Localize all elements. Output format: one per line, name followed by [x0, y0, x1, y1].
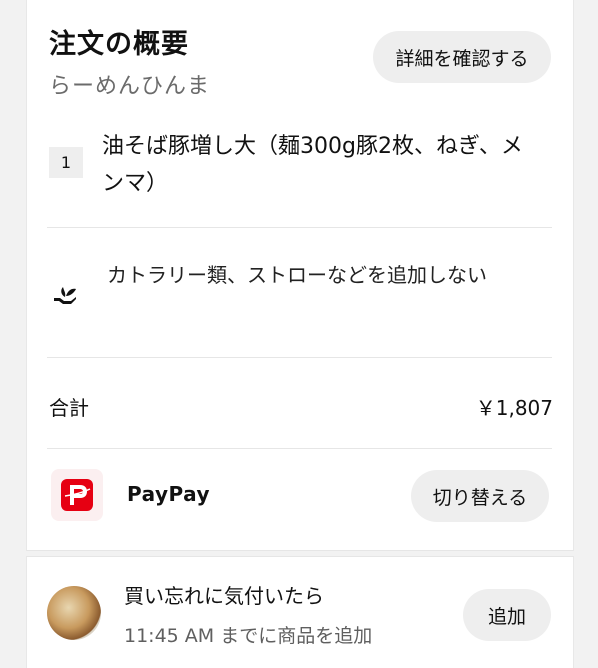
item-quantity-badge: 1: [49, 147, 83, 178]
restaurant-name: らーめんひんま: [49, 74, 211, 99]
divider: [47, 227, 552, 228]
cutlery-option-text[interactable]: カトラリー類、ストローなどを追加しない: [107, 255, 537, 296]
paypay-p-icon: [61, 479, 93, 511]
add-items-card: 買い忘れに気付いたら 11:45 AM までに商品を追加 追加: [26, 556, 574, 668]
view-details-button[interactable]: 詳細を確認する: [373, 31, 551, 83]
divider: [47, 448, 552, 449]
total-value: ￥1,807: [475, 396, 553, 420]
payment-method-name: PayPay: [127, 482, 211, 506]
item-name[interactable]: 油そば豚増し大（麺300g豚2枚、ねぎ、メンマ）: [102, 128, 532, 202]
food-thumbnail: [47, 586, 101, 640]
add-items-button[interactable]: 追加: [463, 589, 551, 641]
order-summary-title: 注文の概要: [49, 29, 189, 60]
switch-payment-button[interactable]: 切り替える: [411, 470, 549, 522]
paypay-logo-icon: [51, 469, 103, 521]
total-label: 合計: [49, 396, 89, 420]
add-items-title: 買い忘れに気付いたら: [124, 584, 324, 608]
divider: [47, 357, 552, 358]
cutlery-plant-icon: [54, 287, 76, 304]
order-summary-card: 注文の概要 らーめんひんま 詳細を確認する 1 油そば豚増し大（麺300g豚2枚…: [26, 0, 574, 551]
add-items-deadline: 11:45 AM までに商品を追加: [124, 625, 373, 647]
